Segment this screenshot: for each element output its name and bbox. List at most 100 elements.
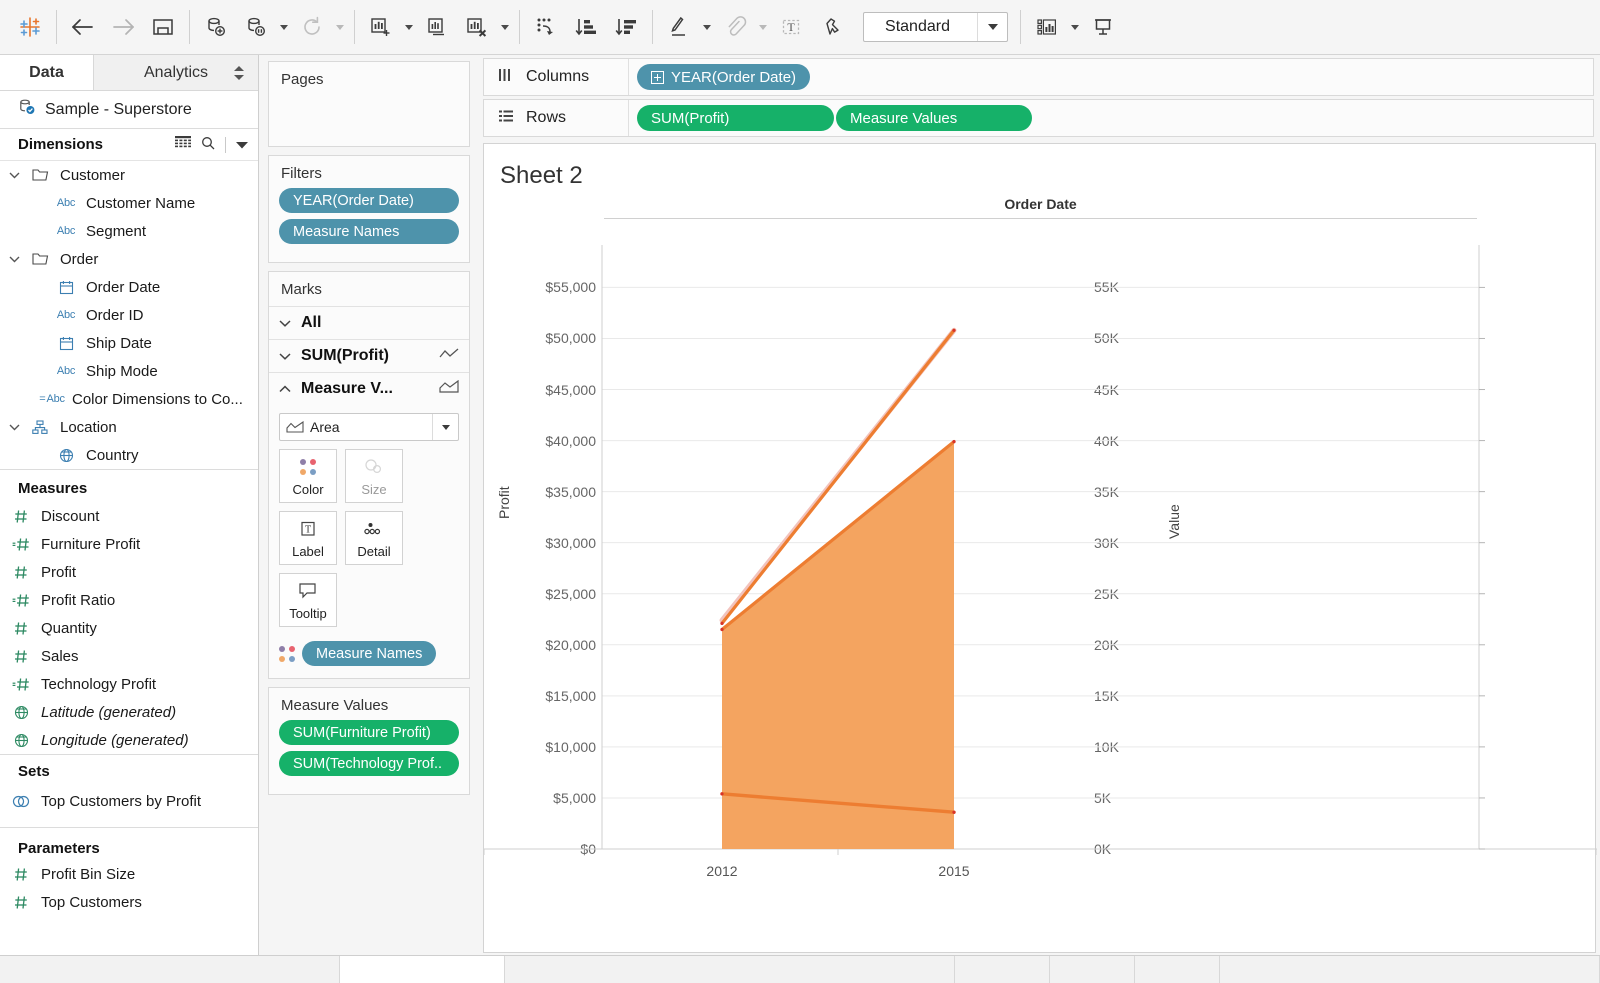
- new-worksheet-dropdown[interactable]: [401, 7, 417, 47]
- chevron-down-icon[interactable]: [8, 171, 20, 179]
- mark-type-dropdown[interactable]: Area: [279, 413, 459, 441]
- measure-value-pill[interactable]: SUM(Technology Prof..: [279, 751, 459, 776]
- measure-value-pill[interactable]: SUM(Furniture Profit): [279, 720, 459, 745]
- field-item[interactable]: Abc Customer Name: [0, 189, 258, 217]
- pause-data-source-dropdown[interactable]: [276, 7, 292, 47]
- columns-shelf-content[interactable]: YEAR(Order Date): [629, 64, 1593, 90]
- show-me-icon[interactable]: [1027, 7, 1067, 47]
- pause-data-source-icon[interactable]: [236, 7, 276, 47]
- group-members-dropdown[interactable]: [755, 7, 771, 47]
- show-mark-labels-icon[interactable]: T: [771, 7, 811, 47]
- presentation-mode-icon[interactable]: [1083, 7, 1123, 47]
- area-mark-technology-profit[interactable]: [722, 441, 954, 849]
- pane-resize-icon[interactable]: [234, 65, 244, 80]
- forward-icon[interactable]: [103, 7, 143, 47]
- field-item[interactable]: Profit: [0, 558, 258, 586]
- back-icon[interactable]: [63, 7, 103, 47]
- duplicate-sheet-icon[interactable]: [417, 7, 457, 47]
- rows-shelf[interactable]: Rows SUM(Profit) Measure Values: [483, 99, 1594, 137]
- refresh-dropdown[interactable]: [332, 7, 348, 47]
- new-worksheet-icon[interactable]: [361, 7, 401, 47]
- clear-sheet-dropdown[interactable]: [497, 7, 513, 47]
- fit-dropdown-arrow[interactable]: [977, 13, 1007, 41]
- field-item[interactable]: Abc Order ID: [0, 301, 258, 329]
- size-button[interactable]: Size: [345, 449, 403, 503]
- field-item[interactable]: Longitude (generated): [0, 726, 258, 754]
- chevron-down-icon[interactable]: [279, 319, 293, 327]
- columns-shelf[interactable]: Columns YEAR(Order Date): [483, 58, 1594, 96]
- clear-sheet-icon[interactable]: [457, 7, 497, 47]
- chevron-down-icon[interactable]: [236, 136, 248, 153]
- columns-pill-label: YEAR(Order Date): [671, 68, 797, 86]
- calendar-icon: [53, 280, 79, 295]
- field-item[interactable]: Latitude (generated): [0, 698, 258, 726]
- chevron-down-icon[interactable]: [8, 255, 20, 263]
- abc-icon: Abc: [56, 225, 76, 237]
- field-item[interactable]: Top Customers by Profit: [0, 787, 258, 815]
- field-item[interactable]: Top Customers: [0, 888, 258, 916]
- marks-row-sum-profit[interactable]: SUM(Profit): [269, 339, 469, 372]
- field-item[interactable]: Quantity: [0, 614, 258, 642]
- field-item[interactable]: Technology Profit: [0, 670, 258, 698]
- field-item[interactable]: Furniture Profit: [0, 530, 258, 558]
- tooltip-icon: [297, 580, 319, 602]
- expand-icon[interactable]: [651, 70, 664, 84]
- rows-pill[interactable]: SUM(Profit): [637, 105, 834, 131]
- marks-row-measure-values[interactable]: Measure V...: [269, 372, 469, 405]
- marks-row-all[interactable]: All: [269, 306, 469, 339]
- mark-type-arrow[interactable]: [432, 414, 458, 440]
- tab-data[interactable]: Data: [0, 55, 94, 90]
- field-item[interactable]: Sales: [0, 642, 258, 670]
- group-by-folder-icon[interactable]: [175, 135, 191, 154]
- refresh-data-source-icon[interactable]: [292, 7, 332, 47]
- tableau-logo-icon[interactable]: [10, 7, 50, 47]
- field-item[interactable]: Abc Ship Mode: [0, 357, 258, 385]
- rows-pill[interactable]: Measure Values: [836, 105, 1032, 131]
- sort-ascending-icon[interactable]: [566, 7, 606, 47]
- field-item[interactable]: Country: [0, 441, 258, 469]
- highlight-dropdown[interactable]: [699, 7, 715, 47]
- field-item[interactable]: Abc Color Dimensions to Co...: [0, 385, 258, 413]
- filters-shelf[interactable]: YEAR(Order Date) Measure Names: [269, 188, 469, 262]
- field-item[interactable]: Order Date: [0, 273, 258, 301]
- sheet-title[interactable]: Sheet 2: [484, 144, 1595, 196]
- tab-analytics[interactable]: Analytics: [94, 55, 258, 90]
- field-item[interactable]: Profit Ratio: [0, 586, 258, 614]
- field-item[interactable]: Profit Bin Size: [0, 860, 258, 888]
- filter-pill[interactable]: YEAR(Order Date): [279, 188, 459, 213]
- show-me-dropdown[interactable]: [1067, 7, 1083, 47]
- field-item[interactable]: Location: [0, 413, 258, 441]
- detail-button[interactable]: Detail: [345, 511, 403, 565]
- rows-shelf-content[interactable]: SUM(Profit) Measure Values: [629, 105, 1593, 131]
- new-data-source-icon[interactable]: [196, 7, 236, 47]
- field-item[interactable]: Discount: [0, 502, 258, 530]
- measure-values-shelf[interactable]: SUM(Furniture Profit) SUM(Technology Pro…: [269, 720, 469, 794]
- data-source-item[interactable]: Sample - Superstore: [0, 91, 258, 129]
- status-cell: [0, 955, 340, 983]
- color-button[interactable]: Color: [279, 449, 337, 503]
- swap-rows-columns-icon[interactable]: [526, 7, 566, 47]
- fit-dropdown[interactable]: Standard: [863, 12, 1008, 42]
- fix-axes-icon[interactable]: [811, 7, 851, 47]
- highlight-icon[interactable]: [659, 7, 699, 47]
- field-item[interactable]: Ship Date: [0, 329, 258, 357]
- chevron-down-icon[interactable]: [279, 352, 293, 360]
- pages-shelf[interactable]: [269, 94, 469, 106]
- field-item[interactable]: Order: [0, 245, 258, 273]
- color-encoding-pill[interactable]: Measure Names: [302, 641, 437, 666]
- save-icon[interactable]: [143, 7, 183, 47]
- chevron-up-icon[interactable]: [279, 385, 293, 393]
- columns-pill[interactable]: YEAR(Order Date): [637, 64, 811, 90]
- filter-pill[interactable]: Measure Names: [279, 219, 459, 244]
- calculated-number-icon: [8, 593, 34, 608]
- group-members-icon[interactable]: [715, 7, 755, 47]
- search-icon[interactable]: [201, 136, 215, 154]
- label-button[interactable]: T Label: [279, 511, 337, 565]
- sets-header: Sets: [0, 755, 258, 787]
- tooltip-button[interactable]: Tooltip: [279, 573, 337, 627]
- field-item[interactable]: Customer: [0, 161, 258, 189]
- chevron-down-icon[interactable]: [8, 423, 20, 431]
- sort-descending-icon[interactable]: [606, 7, 646, 47]
- measures-header: Measures: [0, 470, 258, 502]
- field-item[interactable]: Abc Segment: [0, 217, 258, 245]
